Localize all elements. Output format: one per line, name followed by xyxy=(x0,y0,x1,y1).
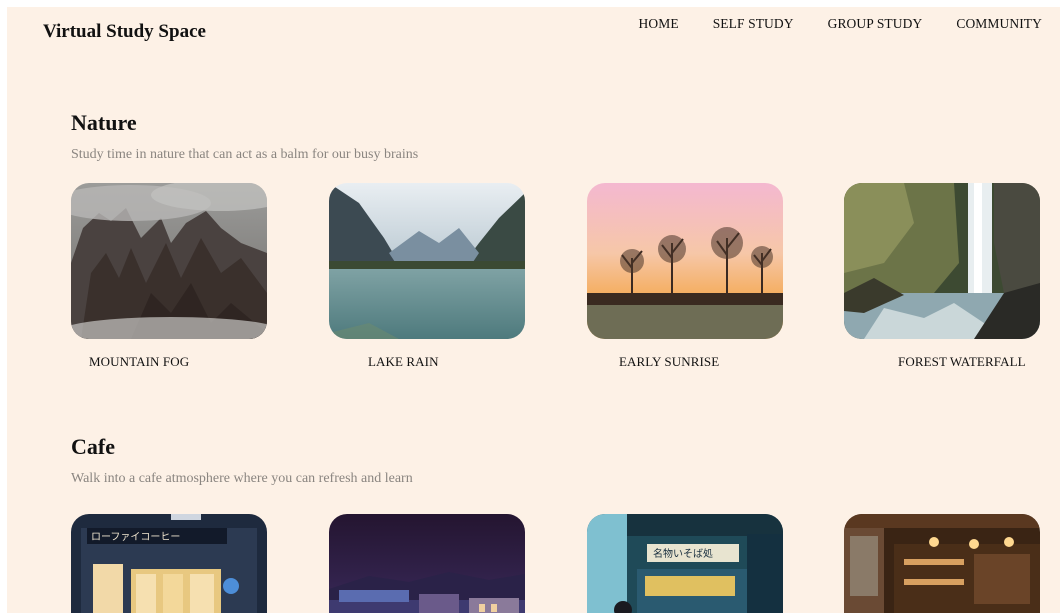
card-forest-waterfall[interactable] xyxy=(844,183,1040,339)
section-subtitle-nature: Study time in nature that can act as a b… xyxy=(71,147,419,162)
section-subtitle-cafe: Walk into a cafe atmosphere where you ca… xyxy=(71,471,413,486)
card-label-lake-rain[interactable]: LAKE RAIN xyxy=(368,354,439,370)
site-brand[interactable]: Virtual Study Space xyxy=(43,21,206,43)
nav-self-study[interactable]: SELF STUDY xyxy=(713,16,794,32)
lofi-coffee-image: ローファイコーヒー xyxy=(71,514,267,613)
card-label-forest-waterfall[interactable]: FOREST WATERFALL xyxy=(898,354,1026,370)
card-mountain-fog[interactable] xyxy=(71,183,267,339)
main-nav: HOME SELF STUDY GROUP STUDY COMMUNITY xyxy=(639,16,1060,32)
mountain-fog-image xyxy=(71,183,267,339)
lake-rain-image xyxy=(329,183,525,339)
section-title-cafe: Cafe xyxy=(71,434,115,459)
section-title-nature: Nature xyxy=(71,110,137,135)
card-label-mountain-fog[interactable]: MOUNTAIN FOG xyxy=(89,354,189,370)
page: Virtual Study Space HOME SELF STUDY GROU… xyxy=(7,7,1060,613)
nav-group-study[interactable]: GROUP STUDY xyxy=(828,16,923,32)
card-label-early-sunrise[interactable]: EARLY SUNRISE xyxy=(619,354,719,370)
card-cafe-cozy-interior[interactable] xyxy=(844,514,1040,613)
cafe-sign-text: ローファイコーヒー xyxy=(91,531,180,543)
card-early-sunrise[interactable] xyxy=(587,183,783,339)
night-street-image xyxy=(329,514,525,613)
soba-shop-image: 名物いそば処 xyxy=(587,514,783,613)
card-cafe-night-street[interactable] xyxy=(329,514,525,613)
card-cafe-soba-shop[interactable]: 名物いそば処 xyxy=(587,514,783,613)
early-sunrise-image xyxy=(587,183,783,339)
nav-home[interactable]: HOME xyxy=(639,16,679,32)
forest-waterfall-image xyxy=(844,183,1040,339)
soba-sign-text: 名物いそば処 xyxy=(653,547,713,560)
card-cafe-lofi-coffee[interactable]: ローファイコーヒー xyxy=(71,514,267,613)
cozy-interior-image xyxy=(844,514,1040,613)
card-lake-rain[interactable] xyxy=(329,183,525,339)
nav-community[interactable]: COMMUNITY xyxy=(956,16,1042,32)
